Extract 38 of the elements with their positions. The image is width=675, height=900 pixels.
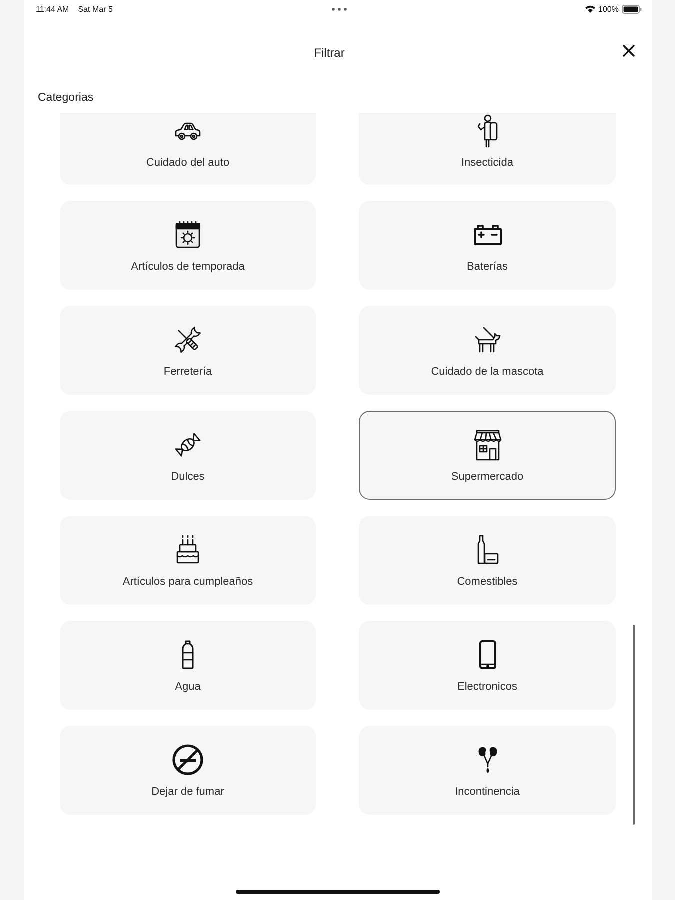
section-title: Categorias (37, 91, 94, 106)
battery-percent: 100% (598, 4, 619, 14)
dog-leash-icon (472, 326, 502, 354)
kidneys-icon (478, 746, 498, 774)
category-card[interactable]: Dulces (60, 411, 316, 500)
more-dots-icon[interactable] (332, 8, 346, 10)
status-time: 11:44 AM (36, 4, 70, 14)
category-card[interactable]: Incontinencia (359, 726, 616, 815)
close-button[interactable] (623, 45, 635, 57)
category-card[interactable]: Baterías (359, 201, 616, 290)
category-card[interactable]: Cuidado de la mascota (359, 306, 616, 395)
category-card[interactable]: Comestibles (359, 516, 616, 605)
category-card[interactable]: Insecticida (359, 113, 616, 185)
car-icon (174, 122, 202, 140)
water-bottle-icon (181, 640, 195, 670)
status-date: Sat Mar 5 (78, 4, 113, 14)
calendar-sun-icon (175, 221, 201, 249)
category-card[interactable]: Ferretería (60, 306, 316, 395)
smartphone-icon (478, 640, 496, 670)
category-card[interactable]: Artículos de temporada (60, 201, 316, 290)
category-card[interactable]: Agua (60, 621, 316, 710)
close-icon (623, 45, 635, 57)
storefront-icon (474, 430, 502, 460)
wifi-icon (584, 5, 596, 13)
candy-icon (174, 431, 202, 459)
wrench-screwdriver-icon (173, 325, 203, 355)
category-card[interactable]: Supermercado (359, 411, 616, 500)
no-smoking-icon (172, 744, 204, 776)
battery-icon (622, 4, 642, 14)
category-card[interactable]: Dejar de fumar (60, 726, 316, 815)
sheet-title: Filtrar (314, 46, 345, 60)
category-card[interactable]: Artículos para cumpleaños (60, 516, 316, 605)
cake-icon (176, 535, 200, 565)
sprayer-icon (476, 114, 498, 148)
car-battery-icon (472, 224, 502, 246)
category-card[interactable]: Cuidado del auto (60, 113, 316, 185)
bottle-box-icon (476, 535, 500, 565)
category-card[interactable]: Electronicos (359, 621, 616, 710)
